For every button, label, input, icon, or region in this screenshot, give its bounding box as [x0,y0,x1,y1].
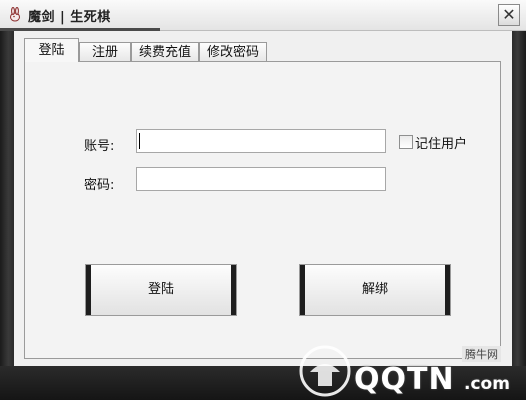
remember-user-checkbox[interactable] [399,135,413,149]
login-button-edge-right [231,265,236,315]
password-input[interactable] [136,167,386,191]
watermark-logo-icon [299,345,351,397]
site-watermark: 腾牛网 QQTN .com [296,340,522,400]
window-title: 魔剑 | 生死棋 [28,10,111,25]
tab-recharge-label: 续费充值 [138,45,191,60]
unbind-button[interactable]: 解绑 [299,264,451,316]
account-input[interactable] [136,129,386,153]
text-caret [139,133,140,149]
tab-change-password[interactable]: 修改密码 [199,42,267,62]
login-button-edge-left [86,265,91,315]
tab-register[interactable]: 注册 [79,42,131,62]
account-label: 账号: [84,139,115,154]
tab-login-label: 登陆 [38,43,65,58]
tab-recharge[interactable]: 续费充值 [131,42,199,62]
tab-login[interactable]: 登陆 [24,38,79,62]
remember-user-label[interactable]: 记住用户 [415,133,467,152]
unbind-button-label: 解绑 [361,282,388,297]
title-bar[interactable]: 魔剑 | 生死棋 ✕ [0,0,526,31]
login-button-label: 登陆 [147,282,174,297]
password-label: 密码: [84,178,115,193]
login-button[interactable]: 登陆 [85,264,237,316]
unbind-button-edge-left [300,265,305,315]
watermark-site-label: 腾牛网 [462,346,501,362]
close-icon: ✕ [502,5,516,24]
watermark-domain: .com [464,374,510,394]
close-button[interactable]: ✕ [498,4,520,26]
tab-change-password-label: 修改密码 [206,45,259,60]
unbind-button-edge-right [445,265,450,315]
app-window: 魔剑 | 生死棋 ✕ 登陆 注册 续费充值 修改密码 账号: 记住用户 密码: … [0,0,526,400]
app-logo-icon [10,7,20,22]
left-frame [0,31,14,400]
watermark-brand: QQTN [354,362,455,397]
tab-register-label: 注册 [91,45,118,60]
